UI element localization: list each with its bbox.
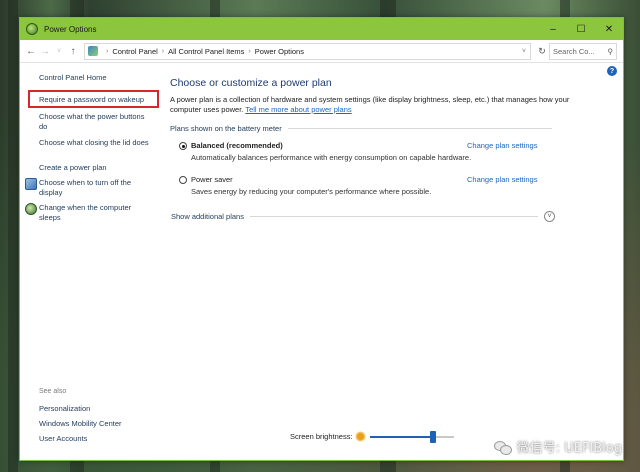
page-title: Choose or customize a power plan — [170, 77, 332, 89]
window-title: Power Options — [44, 24, 97, 34]
sidebar: Control Panel Home Require a password on… — [20, 64, 159, 460]
control-panel-icon — [88, 46, 98, 56]
main-content: Choose or customize a power plan A power… — [170, 64, 623, 460]
sidebar-create-plan[interactable]: Create a power plan — [39, 163, 107, 173]
breadcrumb-separator-icon: › — [248, 47, 251, 55]
show-additional-plans-label[interactable]: Show additional plans — [171, 212, 244, 221]
description-text: A power plan is a collection of hardware… — [170, 95, 570, 114]
balanced-radio[interactable] — [179, 142, 187, 150]
page-description: A power plan is a collection of hardware… — [170, 95, 570, 115]
wechat-icon — [493, 440, 512, 455]
balanced-plan-name[interactable]: Balanced (recommended) — [191, 141, 283, 150]
breadcrumb-separator-icon: › — [161, 47, 165, 55]
close-button[interactable]: ✕ — [595, 18, 623, 40]
minimize-button[interactable]: – — [539, 18, 567, 40]
maximize-button[interactable]: ☐ — [567, 18, 595, 40]
power-saver-plan-name[interactable]: Power saver — [191, 175, 233, 184]
address-dropdown-chevron-icon[interactable]: ˅ — [522, 48, 526, 55]
expand-chevron-icon[interactable]: ˅ — [544, 211, 555, 222]
search-placeholder: Search Co... — [553, 46, 595, 56]
recent-locations-chevron-icon[interactable]: ˅ — [52, 48, 66, 55]
plans-section-header: Plans shown on the battery meter — [170, 124, 552, 133]
up-button[interactable]: ↑ — [66, 46, 80, 57]
brightness-low-icon — [356, 433, 364, 440]
see-also-personalization[interactable]: Personalization — [39, 404, 90, 414]
search-input[interactable]: Search Co... ⚲ — [549, 42, 617, 60]
sleep-icon — [25, 203, 37, 215]
forward-button[interactable]: → — [38, 46, 52, 57]
power-saver-plan-desc: Saves energy by reducing your computer's… — [191, 187, 432, 196]
divider — [287, 128, 552, 129]
title-bar: Power Options – ☐ ✕ — [20, 18, 623, 40]
brightness-slider[interactable] — [369, 430, 454, 443]
breadcrumb-control-panel[interactable]: Control Panel — [112, 47, 157, 56]
brightness-fill — [369, 435, 433, 438]
tell-me-more-link[interactable]: Tell me more about power plans — [245, 105, 351, 114]
power-saver-radio[interactable] — [179, 176, 187, 184]
brightness-slider-thumb[interactable] — [429, 430, 436, 443]
power-options-window: Power Options – ☐ ✕ ← → ˅ ↑ › Control Pa… — [19, 17, 624, 461]
search-icon: ⚲ — [607, 46, 614, 56]
back-button[interactable]: ← — [24, 46, 38, 57]
wechat-watermark: 微信号: UEFIBlog — [493, 437, 622, 456]
see-also-user-accounts[interactable]: User Accounts — [39, 434, 87, 444]
address-bar: ← → ˅ ↑ › Control Panel › All Control Pa… — [20, 40, 623, 63]
brightness-label: Screen brightness: — [290, 432, 353, 441]
sidebar-closing-lid[interactable]: Choose what closing the lid does — [39, 138, 149, 148]
breadcrumb-all-items[interactable]: All Control Panel Items — [168, 47, 244, 56]
plans-section-label: Plans shown on the battery meter — [170, 124, 282, 133]
display-icon — [25, 178, 37, 190]
divider — [249, 216, 538, 217]
sidebar-turn-off-display[interactable]: Choose when to turn off the display — [39, 178, 149, 198]
watermark-text: 微信号: UEFIBlog — [516, 441, 622, 456]
refresh-icon[interactable]: ↻ — [535, 46, 549, 57]
show-additional-plans[interactable]: Show additional plans ˅ — [171, 211, 555, 222]
breadcrumb-separator-icon: › — [106, 47, 109, 55]
balanced-change-settings-link[interactable]: Change plan settings — [467, 141, 537, 150]
power-options-icon — [26, 23, 38, 35]
see-also-label: See also — [39, 388, 67, 395]
sidebar-computer-sleeps[interactable]: Change when the computer sleeps — [39, 203, 149, 223]
sidebar-power-buttons[interactable]: Choose what the power buttons do — [39, 112, 149, 132]
sidebar-require-password[interactable]: Require a password on wakeup — [39, 95, 144, 105]
power-saver-change-settings-link[interactable]: Change plan settings — [467, 175, 537, 184]
breadcrumb[interactable]: › Control Panel › All Control Panel Item… — [84, 42, 531, 60]
brightness-control: Screen brightness: — [290, 430, 454, 443]
breadcrumb-power-options[interactable]: Power Options — [255, 47, 304, 56]
sidebar-control-panel-home[interactable]: Control Panel Home — [39, 73, 107, 83]
balanced-plan-desc: Automatically balances performance with … — [191, 153, 472, 162]
see-also-mobility-center[interactable]: Windows Mobility Center — [39, 419, 122, 429]
